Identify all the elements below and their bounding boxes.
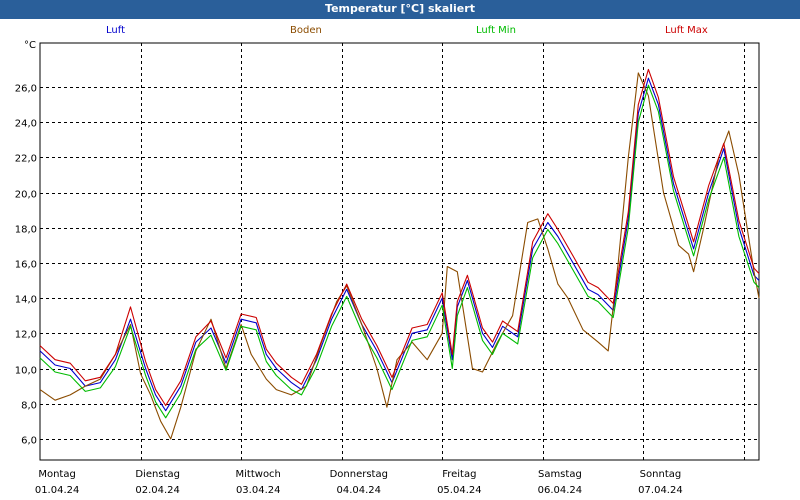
chart-window: Temperatur [°C] skaliert Luft Boden Luft… — [0, 0, 800, 500]
x-tick-date: 04.04.24 — [337, 485, 382, 496]
y-tick-label: 6,0 — [21, 436, 37, 447]
y-tick-label: 20,0 — [15, 190, 37, 201]
x-tick-date: 06.04.24 — [538, 485, 583, 496]
x-tick-day: Samstag — [538, 469, 582, 480]
y-tick-label: 26,0 — [15, 84, 37, 95]
y-tick-label: 24,0 — [15, 119, 37, 130]
plot-area: 6,0 8,0 10,0 12,0 14,0 16,0 18,0 20,0 22,0 24,0 26… — [15, 40, 760, 496]
x-tick-date: 07.04.24 — [638, 485, 683, 496]
y-tick-label: 16,0 — [15, 260, 37, 271]
y-tick-label: 8,0 — [21, 401, 37, 412]
series-line-luft-max — [39, 68, 760, 407]
y-tick-label: 10,0 — [15, 366, 37, 377]
plot-frame — [39, 42, 760, 461]
x-tick-day: Dienstag — [135, 469, 180, 480]
x-tick-day: Donnerstag — [330, 469, 388, 480]
series-line-boden — [39, 72, 760, 440]
x-tick-date: 02.04.24 — [135, 485, 180, 496]
x-tick-day: Mittwoch — [236, 469, 281, 480]
x-tick-date: 05.04.24 — [437, 485, 482, 496]
series-line-luft — [39, 77, 760, 412]
x-tick-day: Sonntag — [640, 469, 682, 480]
x-tick-date: 01.04.24 — [35, 485, 80, 496]
x-tick-day: Montag — [38, 469, 75, 480]
y-tick-label: 14,0 — [15, 295, 37, 306]
y-axis-label: °C — [24, 40, 36, 51]
y-tick-label: 22,0 — [15, 154, 37, 165]
x-tick-day: Freitag — [442, 469, 476, 480]
y-tick-label: 12,0 — [15, 330, 37, 341]
y-tick-label: 18,0 — [15, 225, 37, 236]
x-tick-date: 03.04.24 — [236, 485, 281, 496]
